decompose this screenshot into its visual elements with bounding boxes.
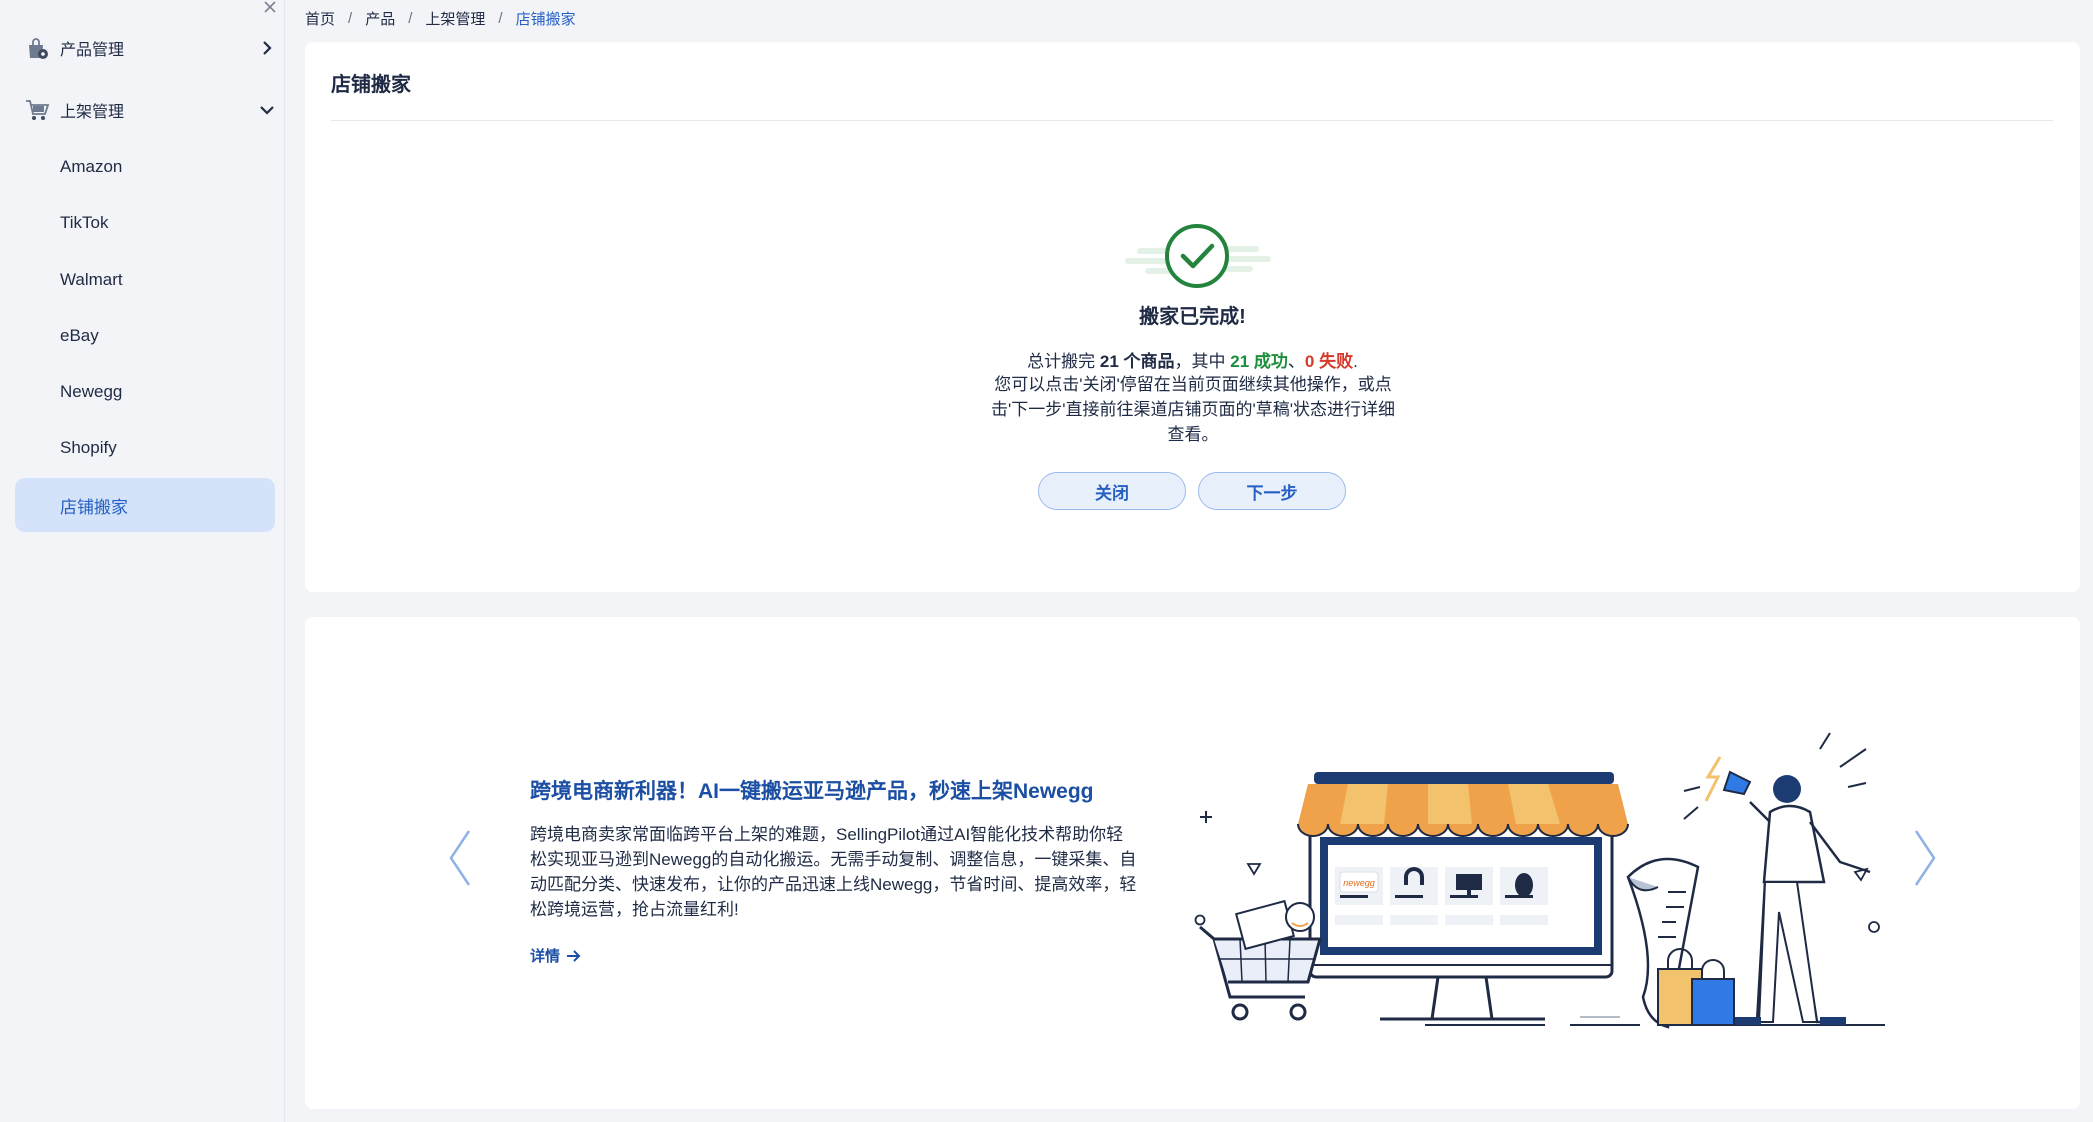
breadcrumb-product[interactable]: 产品 — [365, 8, 395, 29]
storefront-illustration: newegg — [1194, 732, 1885, 1029]
summary-end: . — [1353, 352, 1358, 371]
promo-card: 跨境电商新利器！AI一键搬运亚马逊产品，秒速上架Newegg 跨境电商卖家常面临… — [305, 617, 2080, 1109]
arrow-right-icon — [567, 949, 581, 962]
breadcrumb: 首页 / 产品 / 上架管理 / 店铺搬家 — [305, 6, 576, 30]
sidebar-item-ebay[interactable]: eBay — [15, 309, 275, 363]
divider — [331, 120, 2053, 121]
sidebar-item-tiktok[interactable]: TikTok — [15, 196, 275, 250]
sidebar-item-label: Amazon — [60, 157, 123, 176]
next-step-button[interactable]: 下一步 — [1198, 472, 1346, 510]
close-button[interactable]: 关闭 — [1038, 472, 1186, 510]
breadcrumb-current: 店铺搬家 — [515, 10, 576, 28]
close-icon[interactable] — [260, 0, 280, 20]
sidebar-item-amazon[interactable]: Amazon — [15, 140, 275, 194]
shopping-bag-gear-icon — [29, 38, 48, 59]
promo-text: 跨境电商卖家常面临跨平台上架的难题，SellingPilot通过AI智能化技术帮… — [530, 825, 1137, 919]
sidebar-item-shopify[interactable]: Shopify — [15, 421, 275, 475]
sidebar-group-label: 产品管理 — [60, 42, 125, 59]
details-link[interactable]: 详情 — [530, 945, 582, 966]
result-description: 您可以点击'关闭'停留在当前页面继续其他操作，或点击'下一步'直接前往渠道店铺页… — [991, 375, 1395, 444]
sidebar-item-label: Walmart — [60, 270, 123, 289]
breadcrumb-separator: / — [498, 9, 503, 27]
sidebar-group-listing-management[interactable]: 上架管理 — [0, 90, 284, 130]
summary-mid: ，其中 — [1174, 352, 1231, 371]
sidebar-item-walmart[interactable]: Walmart — [15, 253, 275, 307]
promo-title: 跨境电商新利器！AI一键搬运亚马逊产品，秒速上架Newegg — [530, 780, 1094, 803]
chevron-down-icon — [260, 106, 274, 115]
sidebar-item-store-migration[interactable]: 店铺搬家 — [15, 478, 275, 532]
summary-success: 21 成功 — [1230, 352, 1288, 371]
sidebar-group-product-management[interactable]: 产品管理 — [0, 28, 284, 68]
summary-fail: 0 失败 — [1304, 352, 1354, 371]
breadcrumb-separator: / — [348, 9, 353, 27]
sidebar: 产品管理 上架管理 Amazon TikTok Walmart eBay New… — [0, 0, 285, 1122]
sidebar-item-label: TikTok — [60, 213, 109, 232]
shopping-cart-icon — [26, 100, 50, 120]
sidebar-item-label: eBay — [60, 326, 99, 345]
summary-sep: 、 — [1287, 352, 1305, 371]
result-summary: 总计搬完 21 个商品，其中 21 成功、0 失败. — [305, 347, 2080, 372]
breadcrumb-separator: / — [408, 9, 413, 27]
sidebar-item-label: 店铺搬家 — [60, 497, 128, 517]
sidebar-item-label: Shopify — [60, 438, 117, 457]
chevron-right-icon — [263, 41, 272, 55]
breadcrumb-listing-management[interactable]: 上架管理 — [425, 8, 485, 29]
sidebar-item-newegg[interactable]: Newegg — [15, 365, 275, 419]
summary-total: 21 个商品 — [1099, 352, 1175, 371]
success-check-icon — [1125, 224, 1271, 288]
carousel-prev-icon[interactable] — [445, 827, 475, 889]
page-title: 店铺搬家 — [331, 74, 411, 96]
sidebar-group-label: 上架管理 — [60, 104, 125, 121]
newegg-badge: newegg — [1343, 878, 1375, 888]
summary-prefix: 总计搬完 — [1027, 352, 1100, 371]
sidebar-item-label: Newegg — [60, 382, 123, 401]
details-link-label: 详情 — [530, 948, 561, 965]
breadcrumb-home[interactable]: 首页 — [305, 8, 335, 29]
result-card: 店铺搬家 搬家已完成! 总计搬完 21 个商品，其中 21 成功、0 失败. 您… — [305, 42, 2080, 592]
result-title: 搬家已完成! — [1139, 306, 1246, 328]
carousel-next-icon[interactable] — [1910, 827, 1940, 889]
